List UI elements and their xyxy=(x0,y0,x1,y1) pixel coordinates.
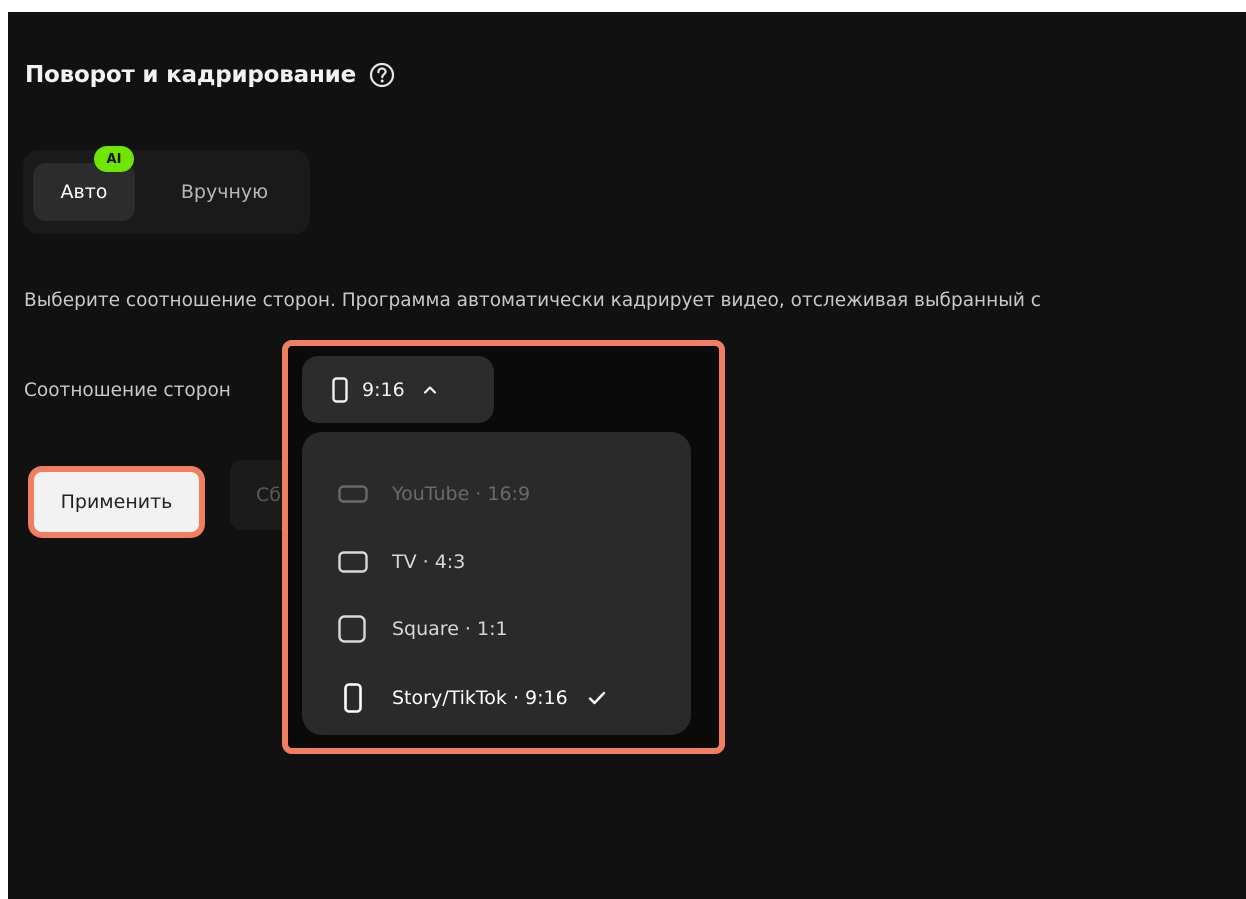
option-label: Story/TikTok · 9:16 xyxy=(392,687,568,709)
aspect-ratio-label: Соотношение сторон xyxy=(24,380,231,401)
description-text: Выберите соотношение сторон. Программа а… xyxy=(24,290,1041,311)
aspect-ratio-select[interactable]: 9:16 xyxy=(302,356,494,423)
option-square[interactable]: Square · 1:1 xyxy=(302,599,691,659)
portrait-device-icon xyxy=(332,376,348,403)
option-label: Square · 1:1 xyxy=(392,618,508,640)
option-story-tiktok[interactable]: Story/TikTok · 9:16 xyxy=(302,668,691,728)
option-tv[interactable]: TV · 4:3 xyxy=(302,532,691,592)
mode-switch: Авто Вручную xyxy=(23,150,310,234)
aspect-ratio-dropdown: YouTube · 16:9 TV · 4:3 Square · 1:1 Sto… xyxy=(302,432,691,735)
apply-button[interactable]: Применить xyxy=(34,472,199,532)
portrait-device-icon xyxy=(338,683,392,713)
landscape-icon xyxy=(338,484,392,504)
option-label: YouTube · 16:9 xyxy=(392,483,531,505)
tv-icon xyxy=(338,551,392,573)
question-circle-icon[interactable] xyxy=(369,62,395,88)
chevron-up-icon xyxy=(423,385,437,395)
option-label: TV · 4:3 xyxy=(392,551,466,573)
title-row: Поворот и кадрирование xyxy=(25,62,395,88)
tab-manual[interactable]: Вручную xyxy=(157,163,292,221)
option-youtube[interactable]: YouTube · 16:9 xyxy=(302,464,691,524)
ai-badge: AI xyxy=(94,146,134,172)
crop-panel: Поворот и кадрирование Авто Вручную AI В… xyxy=(8,12,1246,899)
square-icon xyxy=(338,615,392,643)
selected-aspect-value: 9:16 xyxy=(362,378,405,401)
checkmark-icon xyxy=(588,691,606,705)
panel-title: Поворот и кадрирование xyxy=(25,62,356,88)
